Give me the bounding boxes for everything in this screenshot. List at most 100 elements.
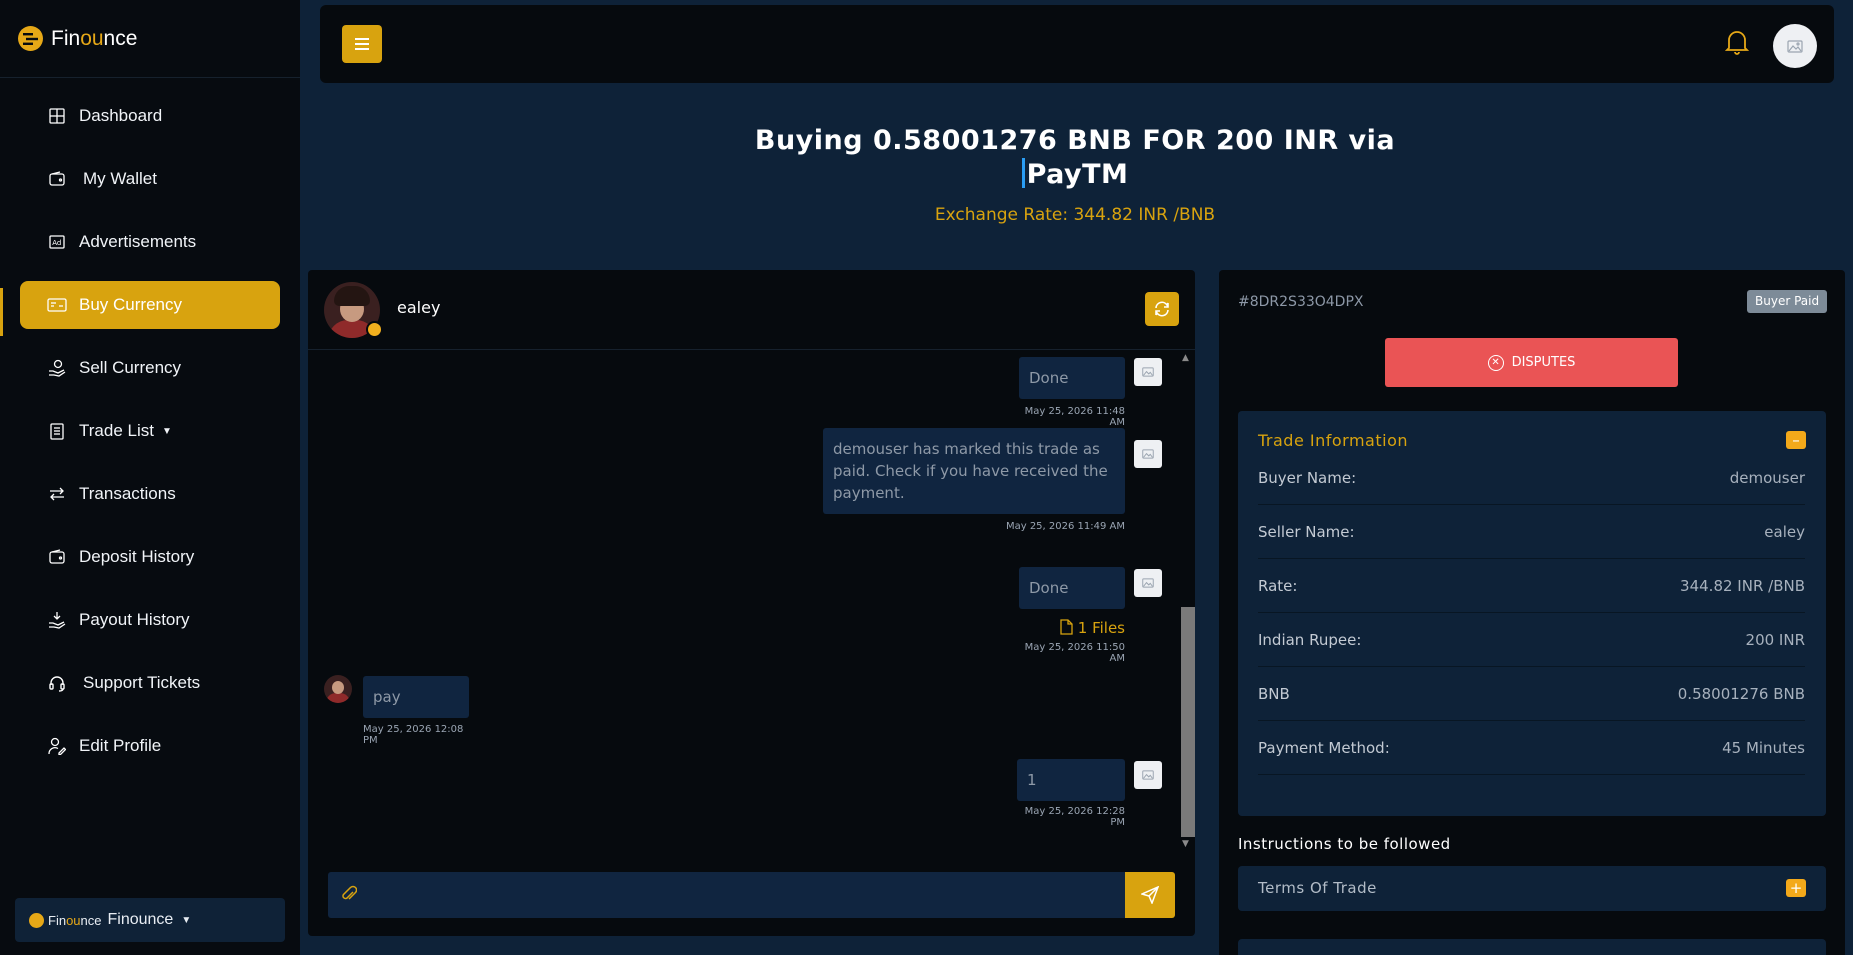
message-item: Done May 25, 2026 11:48 AM: [1019, 357, 1125, 428]
info-row-seller: Seller Name: ealey: [1258, 505, 1805, 559]
disputes-button[interactable]: ✕ DISPUTES: [1385, 338, 1678, 387]
message-item: pay May 25, 2026 12:08 PM: [363, 676, 469, 746]
scrollbar-thumb[interactable]: [1181, 607, 1195, 837]
message-bubble: Done: [1019, 567, 1125, 609]
title-line-2: PayTM: [1026, 159, 1129, 190]
workspace-switcher[interactable]: Fin ou nce Finounce ▼: [15, 898, 285, 942]
logo-icon: [18, 26, 43, 51]
message-image-thumb[interactable]: [1134, 761, 1162, 789]
message-image-thumb[interactable]: [1134, 358, 1162, 386]
brand-highlight: ou: [80, 26, 104, 50]
sidebar-item-buy-currency[interactable]: Buy Currency: [20, 281, 280, 329]
headset-icon: [47, 673, 67, 693]
terms-of-trade[interactable]: Terms Of Trade +: [1238, 866, 1826, 911]
info-key: Payment Method:: [1258, 738, 1390, 757]
user-edit-icon: [47, 736, 67, 756]
image-placeholder-icon: [1142, 770, 1154, 780]
trade-information: Trade Information – Buyer Name: demouser…: [1238, 411, 1826, 816]
sidebar-nav: Dashboard My Wallet Ad Advertisements Bu…: [0, 78, 300, 770]
page-title: Buying 0.58001276 BNB FOR 200 INR via Pa…: [660, 124, 1490, 192]
sidebar-item-dashboard[interactable]: Dashboard: [20, 92, 280, 140]
attachment-link[interactable]: 1 Files: [1019, 619, 1125, 637]
info-value: demouser: [1729, 468, 1805, 487]
sidebar-item-label: Buy Currency: [79, 295, 182, 314]
online-status-dot: [366, 321, 383, 338]
image-placeholder-icon: [1142, 367, 1154, 377]
sidebar-item-label: Trade List: [79, 421, 154, 440]
info-value: 200 INR: [1745, 630, 1805, 649]
message-time: May 25, 2026 12:28 PM: [1024, 806, 1125, 828]
card-icon: [47, 295, 67, 315]
sidebar-item-label: Edit Profile: [79, 736, 162, 755]
sidebar-item-edit-profile[interactable]: Edit Profile: [20, 722, 280, 770]
sidebar-item-label: Support Tickets: [83, 673, 201, 692]
chevron-down-icon: ▼: [161, 425, 172, 437]
send-icon: [1141, 886, 1159, 904]
chat-message-input[interactable]: [328, 872, 1125, 918]
active-indicator: [0, 288, 3, 336]
expand-button[interactable]: +: [1786, 879, 1806, 897]
instructions-title: Instructions to be followed: [1238, 835, 1451, 853]
arrows-icon: [47, 484, 67, 504]
document-icon: [47, 421, 67, 441]
message-image-thumb[interactable]: [1134, 440, 1162, 468]
sidebar-item-sell-currency[interactable]: Sell Currency: [20, 344, 280, 392]
bell-icon[interactable]: [1724, 29, 1750, 59]
brand-logo[interactable]: Fin ou nce: [0, 0, 300, 78]
info-row-payment-method: Payment Method: 45 Minutes: [1258, 721, 1805, 775]
sidebar-item-label: Transactions: [79, 484, 176, 503]
grid-icon: [47, 106, 67, 126]
send-button[interactable]: [1125, 872, 1175, 918]
svg-text:Ad: Ad: [52, 239, 61, 247]
sidebar-item-label: Advertisements: [79, 232, 197, 251]
sidebar-item-my-wallet[interactable]: My Wallet: [20, 155, 280, 203]
sidebar-item-deposit-history[interactable]: Deposit History: [20, 533, 280, 581]
sidebar-item-transactions[interactable]: Transactions: [20, 470, 280, 518]
chat-partner-name: ealey: [397, 298, 441, 317]
message-time: May 25, 2026 11:49 AM: [1005, 521, 1125, 532]
chat-composer: [328, 872, 1175, 918]
info-key: BNB: [1258, 684, 1290, 703]
scroll-up-icon[interactable]: ▲: [1182, 353, 1189, 363]
workspace-label: Finounce: [107, 911, 174, 928]
chat-scrollbar[interactable]: ▲ ▼: [1179, 351, 1195, 851]
mini-brand-highlight: ou: [66, 912, 81, 928]
sidebar-item-label: Payout History: [79, 610, 190, 629]
scroll-down-icon[interactable]: ▼: [1182, 839, 1189, 849]
trade-information-title: Trade Information: [1258, 431, 1409, 450]
image-placeholder-icon: [1787, 39, 1803, 53]
sidebar-item-label: Dashboard: [79, 106, 163, 125]
trade-id: #8DR2S33O4DPX: [1238, 294, 1364, 310]
top-bar: [320, 5, 1834, 83]
paperclip-icon[interactable]: [341, 885, 358, 907]
terms-of-trade-title: Terms Of Trade: [1258, 879, 1377, 897]
info-key: Rate:: [1258, 576, 1298, 595]
message-image-thumb[interactable]: [1134, 569, 1162, 597]
sidebar-item-support-tickets[interactable]: Support Tickets: [20, 659, 280, 707]
sidebar-item-trade-list[interactable]: Trade List ▼: [20, 407, 280, 455]
message-list[interactable]: Done May 25, 2026 11:48 AM demouser has …: [308, 351, 1180, 851]
sidebar-item-advertisements[interactable]: Ad Advertisements: [20, 218, 280, 266]
sidebar-item-payout-history[interactable]: Payout History: [20, 596, 280, 644]
wallet-icon: [47, 169, 67, 189]
collapse-button[interactable]: –: [1786, 431, 1806, 449]
next-accordion[interactable]: [1238, 939, 1826, 955]
mini-brand-suffix: nce: [80, 912, 102, 928]
user-avatar[interactable]: [1773, 24, 1817, 68]
info-row-fiat: Indian Rupee: 200 INR: [1258, 613, 1805, 667]
close-circle-icon: ✕: [1487, 354, 1504, 371]
refresh-button[interactable]: [1145, 292, 1179, 326]
sidebar-item-label: My Wallet: [83, 169, 157, 188]
info-value: 0.58001276 BNB: [1677, 684, 1805, 703]
title-line-1: Buying 0.58001276 BNB FOR 200 INR via: [754, 125, 1396, 156]
menu-toggle-button[interactable]: [342, 25, 382, 63]
mini-brand-prefix: Fin: [48, 912, 67, 928]
message-time: May 25, 2026 12:08 PM: [363, 724, 464, 746]
message-item: Done 1 Files May 25, 2026 11:50 AM: [1019, 567, 1125, 664]
file-icon: [1060, 619, 1073, 635]
message-item: demouser has marked this trade as paid. …: [823, 428, 1125, 532]
sidebar-item-label: Deposit History: [79, 547, 195, 566]
message-time: May 25, 2026 11:48 AM: [1024, 406, 1125, 428]
chevron-down-icon: ▼: [181, 914, 192, 926]
chat-header: ealey: [308, 270, 1195, 350]
